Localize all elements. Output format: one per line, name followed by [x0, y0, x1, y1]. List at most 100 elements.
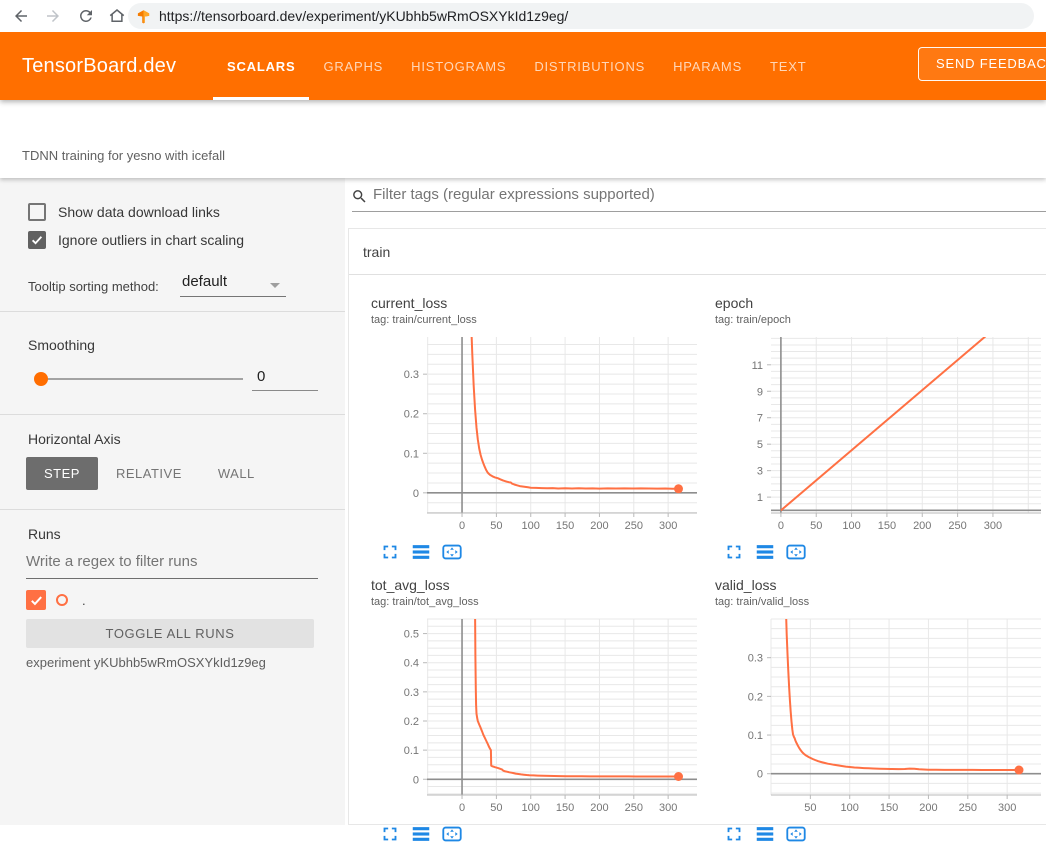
log-scale-icon[interactable]: [410, 823, 432, 845]
url-text: https://tensorboard.dev/experiment/yKUbh…: [159, 8, 568, 24]
app-title: TensorBoard.dev: [22, 32, 176, 100]
tooltip-sorting-label: Tooltip sorting method:: [28, 279, 159, 294]
tab-distributions[interactable]: DISTRIBUTIONS: [520, 32, 659, 100]
tab-hparams[interactable]: HPARAMS: [659, 32, 756, 100]
svg-text:50: 50: [490, 802, 502, 814]
fit-domain-icon[interactable]: [441, 541, 463, 563]
axis-option-step[interactable]: STEP: [26, 457, 98, 490]
ignore-outliers-row[interactable]: Ignore outliers in chart scaling: [28, 231, 244, 249]
settings-sidebar: Show data download links Ignore outliers…: [0, 178, 345, 825]
tab-scalars[interactable]: SCALARS: [213, 32, 309, 100]
smoothing-slider-track[interactable]: [41, 378, 243, 380]
chart-card-epoch: epochtag: train/epoch0501001502002503001…: [705, 295, 1046, 563]
svg-text:0.3: 0.3: [404, 369, 419, 381]
fit-domain-icon[interactable]: [785, 823, 807, 845]
svg-text:200: 200: [590, 520, 608, 532]
svg-text:100: 100: [522, 802, 540, 814]
svg-text:0.2: 0.2: [404, 409, 419, 421]
tag-group-header[interactable]: train: [349, 229, 1046, 275]
svg-text:100: 100: [841, 802, 859, 814]
chart-actions: [723, 541, 807, 563]
chevron-down-icon[interactable]: [270, 283, 280, 288]
expand-chart-icon[interactable]: [723, 541, 745, 563]
smoothing-label: Smoothing: [28, 337, 95, 353]
svg-text:9: 9: [757, 386, 763, 398]
chart-title: valid_loss: [715, 577, 776, 593]
chart-title: tot_avg_loss: [371, 577, 450, 593]
smoothing-value-underline: [252, 390, 318, 391]
tab-text[interactable]: TEXT: [756, 32, 820, 100]
smoothing-slider-thumb[interactable]: [34, 372, 48, 386]
url-bar[interactable]: https://tensorboard.dev/experiment/yKUbh…: [128, 3, 1034, 29]
svg-text:0.3: 0.3: [748, 653, 763, 665]
experiment-description: TDNN training for yesno with icefall: [22, 148, 225, 163]
log-scale-icon[interactable]: [754, 823, 776, 845]
runs-filter-underline: [26, 578, 318, 579]
back-icon[interactable]: [12, 7, 30, 25]
tab-graphs[interactable]: GRAPHS: [309, 32, 397, 100]
reload-icon[interactable]: [77, 7, 95, 25]
chart-card-valid_loss: valid_losstag: train/valid_loss501001502…: [705, 577, 1046, 845]
chart-actions: [379, 823, 463, 845]
tooltip-sorting-underline: [180, 296, 286, 297]
chart-title: epoch: [715, 295, 753, 311]
runs-label: Runs: [28, 526, 61, 542]
svg-text:200: 200: [590, 802, 608, 814]
fit-domain-icon[interactable]: [785, 541, 807, 563]
svg-text:0: 0: [413, 488, 419, 500]
horizontal-axis-options: STEPRELATIVEWALL: [26, 457, 273, 490]
show-download-links-checkbox[interactable]: [28, 203, 46, 221]
chart-plot-area[interactable]: 05010015020025030000.10.20.30.40.5: [361, 613, 703, 823]
svg-text:0.1: 0.1: [404, 745, 419, 757]
svg-text:250: 250: [625, 802, 643, 814]
svg-text:150: 150: [556, 520, 574, 532]
expand-chart-icon[interactable]: [379, 541, 401, 563]
svg-text:250: 250: [959, 802, 977, 814]
log-scale-icon[interactable]: [754, 541, 776, 563]
svg-text:100: 100: [842, 520, 860, 532]
svg-text:150: 150: [878, 520, 896, 532]
axis-option-wall[interactable]: WALL: [200, 457, 273, 490]
svg-text:0: 0: [413, 774, 419, 786]
run-color-swatch: [56, 594, 68, 606]
chart-tag: tag: train/epoch: [715, 314, 791, 326]
browser-toolbar: https://tensorboard.dev/experiment/yKUbh…: [0, 0, 1046, 32]
svg-text:7: 7: [757, 413, 763, 425]
chart-plot-area[interactable]: 0501001502002503001357911: [705, 331, 1046, 541]
svg-text:150: 150: [880, 802, 898, 814]
chart-actions: [723, 823, 807, 845]
send-feedback-button[interactable]: SEND FEEDBACK: [918, 47, 1046, 81]
chart-plot-area[interactable]: 5010015020025030000.10.20.3: [705, 613, 1046, 823]
show-download-links-row[interactable]: Show data download links: [28, 203, 220, 221]
horizontal-axis-label: Horizontal Axis: [28, 431, 121, 447]
svg-text:300: 300: [984, 520, 1002, 532]
experiment-name: experiment yKUbhb5wRmOSXYkId1z9eg: [26, 655, 266, 670]
svg-text:200: 200: [919, 802, 937, 814]
tooltip-sorting-select[interactable]: default: [182, 273, 227, 290]
svg-text:200: 200: [913, 520, 931, 532]
fit-domain-icon[interactable]: [441, 823, 463, 845]
tab-histograms[interactable]: HISTOGRAMS: [397, 32, 520, 100]
expand-chart-icon[interactable]: [723, 823, 745, 845]
svg-text:5: 5: [757, 439, 763, 451]
svg-text:300: 300: [659, 802, 677, 814]
axis-option-relative[interactable]: RELATIVE: [98, 457, 200, 490]
main-content: train current_losstag: train/current_los…: [345, 178, 1046, 825]
chart-plot-area[interactable]: 05010015020025030000.10.20.3: [361, 331, 703, 541]
chart-card-current_loss: current_losstag: train/current_loss05010…: [361, 295, 703, 563]
ignore-outliers-checkbox[interactable]: [28, 231, 46, 249]
log-scale-icon[interactable]: [410, 541, 432, 563]
chart-title: current_loss: [371, 295, 447, 311]
smoothing-value[interactable]: 0: [257, 368, 265, 385]
home-icon[interactable]: [108, 7, 126, 25]
svg-text:0.1: 0.1: [404, 448, 419, 460]
runs-filter-input[interactable]: [26, 553, 318, 570]
expand-chart-icon[interactable]: [379, 823, 401, 845]
svg-text:50: 50: [810, 520, 822, 532]
run-checkbox[interactable]: [26, 590, 46, 610]
toggle-all-runs-button[interactable]: TOGGLE ALL RUNS: [26, 619, 314, 648]
svg-text:300: 300: [659, 520, 677, 532]
run-row[interactable]: .: [26, 590, 86, 610]
filter-tags-input[interactable]: [373, 186, 1013, 203]
svg-text:300: 300: [998, 802, 1016, 814]
